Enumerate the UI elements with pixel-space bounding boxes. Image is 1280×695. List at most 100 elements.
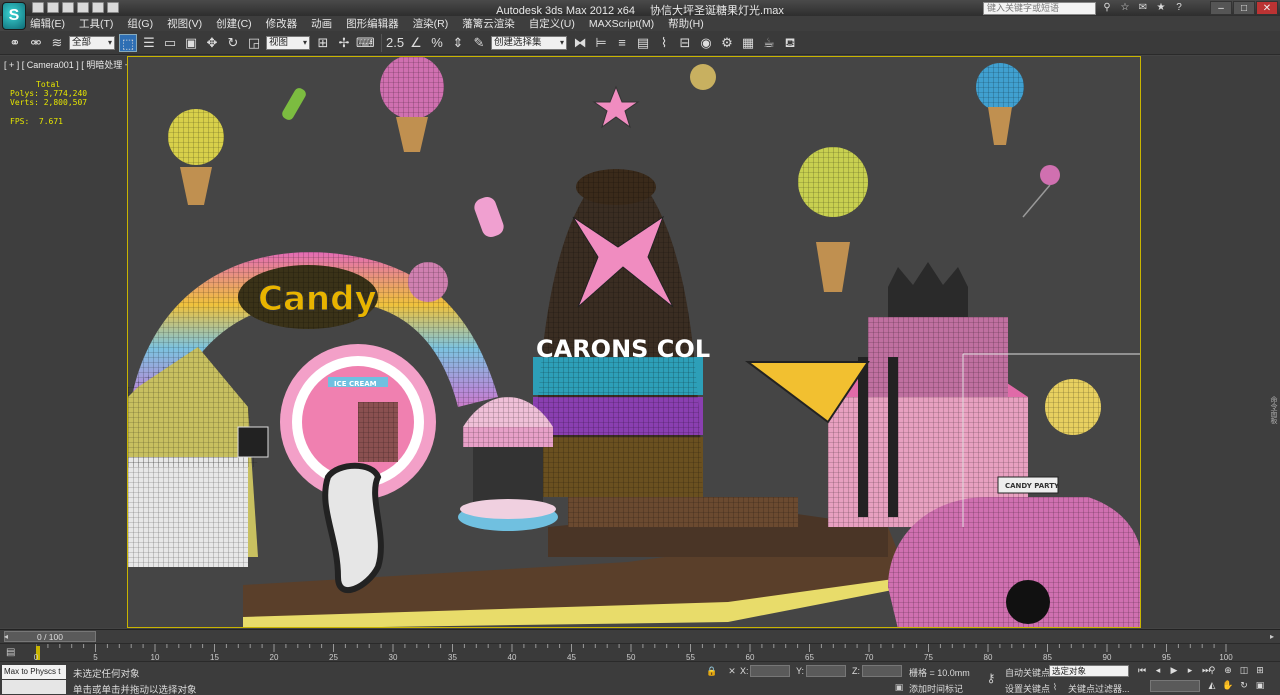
edit-named-selection-icon[interactable]: ✎ (470, 34, 488, 52)
z-coord-field[interactable] (862, 665, 902, 677)
menu-customize[interactable]: 自定义(U) (529, 16, 575, 31)
menu-view[interactable]: 视图(V) (167, 16, 202, 31)
zoom-extents-all-icon[interactable]: ⊞ (1253, 664, 1267, 677)
menu-help[interactable]: 帮助(H) (668, 16, 704, 31)
current-frame-field[interactable] (1150, 680, 1200, 692)
absolute-mode-icon[interactable]: ✕ (726, 665, 738, 677)
slider-prev-arrow[interactable]: ◂ (0, 631, 12, 642)
pivot-center-icon[interactable]: ⊞ (314, 34, 332, 52)
maxscript-listener-input[interactable]: Max to Physcs t (2, 665, 66, 679)
help-icon[interactable]: ? (1172, 2, 1186, 14)
x-coord-field[interactable] (750, 665, 790, 677)
render-iterative-icon[interactable]: ⛾ (781, 34, 799, 52)
zoom-all-icon[interactable]: ⊕ (1221, 664, 1235, 677)
select-object-icon[interactable]: ⬚ (119, 33, 137, 52)
mini-curve-editor-icon[interactable]: ▤ (6, 647, 20, 659)
maximize-button[interactable]: □ (1233, 1, 1255, 15)
curve-editor-icon[interactable]: ⌇ (655, 34, 673, 52)
menu-create[interactable]: 创建(C) (216, 16, 252, 31)
track-bar[interactable]: ▤ 0 5 10 15 20 25 30 35 40 45 50 55 60 65 70 75 80 85 90 95… (0, 643, 1280, 662)
percent-snap-icon[interactable]: % (428, 34, 446, 52)
select-move-icon[interactable]: ✥ (203, 34, 221, 52)
bind-space-warp-icon[interactable]: ≋ (48, 34, 66, 52)
set-key-button[interactable]: 设置关键点 (1005, 682, 1050, 695)
subscription-icon[interactable]: ☆ (1118, 2, 1132, 14)
new-file-icon[interactable] (32, 2, 44, 13)
minimize-button[interactable]: – (1210, 1, 1232, 15)
render-production-icon[interactable]: ☕ (760, 34, 778, 52)
menu-group[interactable]: 组(G) (127, 16, 153, 31)
play-icon[interactable]: ▶ (1167, 664, 1181, 677)
main-toolbar: ⚭ ⚮ ≋ 全部 ⬚ ☰ ▭ ▣ ✥ ↻ ◲ 视图 ⊞ ✢ ⌨ 2.5 ∠ % … (0, 31, 1280, 55)
orbit-icon[interactable]: ↻ (1237, 679, 1251, 692)
menu-edit[interactable]: 编辑(E) (30, 16, 65, 31)
slider-next-arrow[interactable]: ▸ (1266, 631, 1278, 642)
selection-filter-dropdown[interactable]: 全部 (69, 35, 115, 50)
link-icon[interactable]: ⚭ (6, 34, 24, 52)
close-button[interactable]: ✕ (1256, 1, 1278, 15)
prompt-line: 单击或单击并拖动以选择对象 (73, 685, 197, 695)
maxscript-output[interactable] (2, 680, 66, 694)
select-manipulate-icon[interactable]: ✢ (335, 34, 353, 52)
select-rotate-icon[interactable]: ↻ (224, 34, 242, 52)
spinner-snap-icon[interactable]: ⇕ (449, 34, 467, 52)
pan-icon[interactable]: ✋ (1221, 679, 1235, 692)
mirror-icon[interactable]: ⧓ (571, 34, 589, 52)
time-slider[interactable]: 0 / 100 ◂ ▸ (0, 629, 1280, 643)
layer-manager-icon[interactable]: ≡ (613, 34, 631, 52)
save-file-icon[interactable] (62, 2, 74, 13)
select-by-name-icon[interactable]: ☰ (140, 34, 158, 52)
key-filter-icon[interactable]: ⌇ (1049, 681, 1061, 693)
menu-animation[interactable]: 动画 (311, 16, 332, 31)
project-folder-icon[interactable] (107, 2, 119, 13)
key-filters-button[interactable]: 关键点过滤器... (1068, 682, 1130, 695)
time-slider-thumb[interactable]: 0 / 100 (4, 631, 96, 642)
menu-graph-editors[interactable]: 图形编辑器 (346, 16, 399, 31)
previous-frame-icon[interactable]: ◂ (1151, 664, 1165, 677)
open-file-icon[interactable] (47, 2, 59, 13)
next-frame-icon[interactable]: ▸ (1183, 664, 1197, 677)
menu-tools[interactable]: 工具(T) (79, 16, 113, 31)
go-to-start-icon[interactable]: ⏮ (1135, 664, 1149, 677)
named-selection-dropdown[interactable]: 创建选择集 (491, 35, 567, 50)
render-setup-icon[interactable]: ⚙ (718, 34, 736, 52)
binoculars-icon[interactable]: ⚲ (1100, 2, 1114, 14)
unlink-icon[interactable]: ⚮ (27, 34, 45, 52)
redo-icon[interactable] (92, 2, 104, 13)
select-scale-icon[interactable]: ◲ (245, 34, 263, 52)
menu-modifiers[interactable]: 修改器 (266, 16, 298, 31)
camera-viewport[interactable]: Candy ICE CREAM CARONS COL CANDY PARTY (127, 56, 1141, 628)
selection-set-dropdown[interactable]: 选定对象 (1049, 665, 1129, 677)
maximize-viewport-icon[interactable]: ▣ (1253, 679, 1267, 692)
window-crossing-icon[interactable]: ▣ (182, 34, 200, 52)
snap-toggle-icon[interactable]: 2.5 (386, 34, 404, 52)
add-time-tag[interactable]: 添加时间标记 (909, 682, 963, 695)
undo-icon[interactable] (77, 2, 89, 13)
field-of-view-icon[interactable]: ◭ (1205, 679, 1219, 692)
auto-key-button[interactable]: 自动关键点 (1005, 666, 1050, 679)
time-tag-icon[interactable]: ▣ (893, 681, 905, 693)
favorites-icon[interactable]: ★ (1154, 2, 1168, 14)
menu-cloud-render[interactable]: 藩篱云渲染 (462, 16, 515, 31)
schematic-view-icon[interactable]: ⊟ (676, 34, 694, 52)
graphite-ribbon-icon[interactable]: ▤ (634, 34, 652, 52)
set-key-icon[interactable]: ⚷ (985, 672, 997, 684)
align-icon[interactable]: ⊨ (592, 34, 610, 52)
selection-lock-icon[interactable]: 🔒 (706, 665, 718, 677)
zoom-extents-icon[interactable]: ◫ (1237, 664, 1251, 677)
app-logo-icon[interactable]: S (2, 2, 26, 30)
keyboard-shortcut-icon[interactable]: ⌨ (356, 34, 375, 52)
rendered-frame-icon[interactable]: ▦ (739, 34, 757, 52)
search-input[interactable]: 键入关键字或短语 (983, 2, 1096, 15)
menu-maxscript[interactable]: MAXScript(M) (589, 18, 654, 30)
menu-rendering[interactable]: 渲染(R) (413, 16, 449, 31)
y-coord-field[interactable] (806, 665, 846, 677)
angle-snap-icon[interactable]: ∠ (407, 34, 425, 52)
rect-selection-icon[interactable]: ▭ (161, 34, 179, 52)
menu-bar: 编辑(E) 工具(T) 组(G) 视图(V) 创建(C) 修改器 动画 图形编辑… (30, 16, 1280, 31)
communication-icon[interactable]: ✉ (1136, 2, 1150, 14)
command-panel-tab[interactable]: 命令面板 (1270, 396, 1278, 426)
material-editor-icon[interactable]: ◉ (697, 34, 715, 52)
zoom-icon[interactable]: ⚲ (1205, 664, 1219, 677)
reference-coord-dropdown[interactable]: 视图 (266, 35, 310, 50)
